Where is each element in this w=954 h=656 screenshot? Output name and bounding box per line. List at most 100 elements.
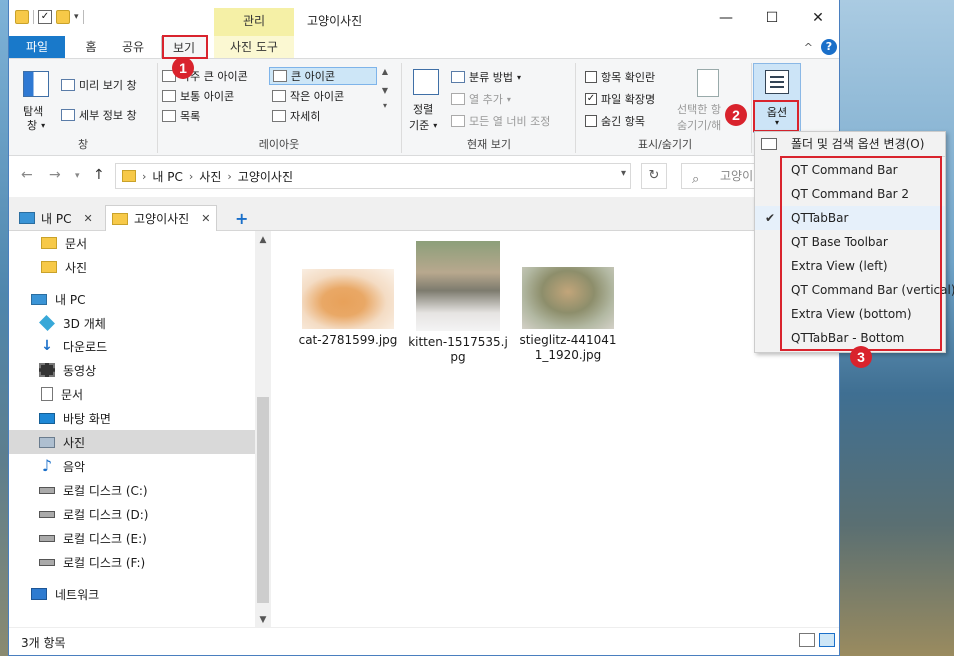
- tree-item-documents-pc[interactable]: 문서: [9, 382, 255, 406]
- help-icon[interactable]: ?: [821, 39, 837, 55]
- pictures-icon: [39, 436, 55, 448]
- tree-item-label: 로컬 디스크 (E:): [63, 531, 147, 546]
- breadcrumb-separator[interactable]: ›: [227, 170, 231, 183]
- divider: [82, 10, 84, 24]
- hidden-items-toggle[interactable]: 숨긴 항목: [585, 113, 645, 129]
- large-icons-view-icon[interactable]: [819, 633, 835, 647]
- manage-context-tab[interactable]: 관리: [214, 8, 294, 36]
- tree-item-label: 문서: [65, 236, 88, 251]
- minimize-button[interactable]: —: [703, 0, 749, 36]
- sort-by-label[interactable]: 정렬: [413, 101, 433, 117]
- checkbox-checked[interactable]: ✓: [585, 93, 597, 105]
- checkbox[interactable]: [585, 115, 597, 127]
- navigation-pane-scrollbar[interactable]: ▲ ▼: [255, 231, 271, 627]
- details-view-icon[interactable]: [799, 633, 815, 647]
- add-tab-button[interactable]: +: [235, 209, 248, 228]
- tree-item-pictures[interactable]: 사진: [9, 255, 255, 279]
- sort-by-button[interactable]: 기준 ▾: [409, 117, 437, 133]
- tree-item-desktop[interactable]: 바탕 화면: [9, 406, 255, 430]
- details-pane-button[interactable]: 세부 정보 창: [61, 107, 137, 123]
- breadcrumb-my-pc[interactable]: 내 PC: [152, 168, 182, 185]
- new-folder-icon[interactable]: [56, 10, 70, 24]
- file-item[interactable]: kitten-1517535.j pg: [405, 241, 511, 365]
- add-columns-button[interactable]: 열 추가 ▾: [451, 91, 511, 107]
- file-extensions-toggle[interactable]: ✓ 파일 확장명: [585, 91, 655, 107]
- scrollbar-thumb[interactable]: [257, 397, 269, 603]
- navigation-pane-label-2[interactable]: 창 ▾: [27, 117, 45, 133]
- tab-share[interactable]: 공유: [113, 36, 153, 58]
- tree-item-disk-e[interactable]: 로컬 디스크 (E:): [9, 526, 255, 550]
- music-icon: ♪: [41, 456, 53, 475]
- qttab-my-pc[interactable]: 내 PC ✕: [13, 205, 99, 231]
- address-bar[interactable]: › 내 PC › 사진 › 고양이사진 ▾: [115, 163, 631, 189]
- forward-arrow-icon[interactable]: →: [49, 167, 61, 183]
- properties-icon[interactable]: ✓: [38, 10, 52, 24]
- breadcrumb-separator[interactable]: ›: [142, 170, 146, 183]
- divider: [575, 63, 576, 153]
- tree-item-3d-objects[interactable]: 3D 개체: [9, 311, 255, 335]
- file-item[interactable]: stieglitz-441041 1_1920.jpg: [515, 267, 621, 363]
- menu-item-folder-options[interactable]: 폴더 및 검색 옵션 변경(O): [755, 132, 945, 156]
- preview-pane-label: 미리 보기 창: [79, 79, 137, 92]
- file-name: cat-2781599.jpg: [293, 333, 403, 348]
- chevron-down-icon[interactable]: ▾: [621, 168, 626, 179]
- group-by-button[interactable]: 분류 방법 ▾: [451, 69, 521, 85]
- details-pane-icon: [61, 109, 75, 121]
- group-label-current-view: 현재 보기: [467, 138, 511, 151]
- hide-selected-label[interactable]: 선택한 항: [677, 101, 721, 117]
- customize-toolbar-icon[interactable]: ▾: [74, 12, 79, 22]
- close-tab-icon[interactable]: ✕: [83, 212, 92, 225]
- view-switcher: [799, 633, 835, 647]
- tree-item-my-pc[interactable]: 내 PC: [9, 287, 255, 311]
- document-icon: [41, 387, 53, 401]
- tree-item-pictures-pc[interactable]: 사진: [9, 430, 255, 454]
- breadcrumb-cat-photos[interactable]: 고양이사진: [238, 168, 293, 185]
- layout-list[interactable]: 목록: [159, 107, 203, 125]
- file-name-line: kitten-1517535.j: [408, 335, 508, 349]
- hide-selected-label-2[interactable]: 숨기기/해: [677, 117, 721, 133]
- tree-item-music[interactable]: ♪ 음악: [9, 454, 255, 478]
- chevron-up-icon[interactable]: ▲: [379, 67, 391, 76]
- tree-item-label: 동영상: [63, 363, 97, 378]
- expand-gallery-icon[interactable]: ▾: [379, 101, 391, 110]
- chevron-down-icon[interactable]: ▼: [379, 86, 391, 95]
- layout-item-label: 목록: [180, 110, 201, 123]
- tree-item-downloads[interactable]: ↓ 다운로드: [9, 334, 255, 358]
- scroll-down-icon[interactable]: ▼: [255, 615, 271, 625]
- layout-gallery-scroll[interactable]: ▲ ▼ ▾: [379, 67, 391, 125]
- tab-file[interactable]: 파일: [9, 36, 65, 58]
- scroll-up-icon[interactable]: ▲: [255, 235, 271, 245]
- layout-small-icons[interactable]: 작은 아이콘: [269, 87, 347, 105]
- qttab-cat-photos[interactable]: 고양이사진 ✕: [105, 205, 218, 231]
- list-icon: [162, 110, 176, 122]
- tree-item-documents[interactable]: 문서: [9, 231, 255, 255]
- layout-details[interactable]: 자세히: [269, 107, 323, 125]
- close-tab-icon[interactable]: ✕: [201, 212, 210, 225]
- up-arrow-icon[interactable]: ↑: [93, 167, 105, 183]
- tree-item-disk-c[interactable]: 로컬 디스크 (C:): [9, 478, 255, 502]
- file-item[interactable]: cat-2781599.jpg: [293, 269, 403, 348]
- group-by-label: 분류 방법: [469, 71, 513, 84]
- tree-item-videos[interactable]: 동영상: [9, 358, 255, 382]
- recent-locations-icon[interactable]: ▾: [75, 171, 80, 181]
- preview-pane-button[interactable]: 미리 보기 창: [61, 77, 137, 93]
- tree-item-disk-d[interactable]: 로컬 디스크 (D:): [9, 502, 255, 526]
- tree-item-network[interactable]: 네트워크: [9, 582, 255, 606]
- close-button[interactable]: ✕: [795, 0, 839, 36]
- item-checkboxes-toggle[interactable]: 항목 확인란: [585, 69, 655, 85]
- checkbox[interactable]: [585, 71, 597, 83]
- tab-photo-tools[interactable]: 사진 도구: [214, 36, 294, 58]
- folder-icon: [122, 170, 136, 182]
- breadcrumb-pictures[interactable]: 사진: [199, 168, 221, 185]
- breadcrumb-separator[interactable]: ›: [189, 170, 193, 183]
- size-all-columns-button[interactable]: 모든 열 너비 조정: [451, 113, 550, 129]
- tab-home[interactable]: 홈: [73, 36, 109, 58]
- back-arrow-icon[interactable]: ←: [21, 167, 33, 183]
- maximize-button[interactable]: ☐: [749, 0, 795, 36]
- tree-item-disk-f[interactable]: 로컬 디스크 (F:): [9, 550, 255, 574]
- layout-large-icons[interactable]: 큰 아이콘: [269, 67, 377, 85]
- collapse-ribbon-icon[interactable]: ^: [804, 41, 813, 54]
- item-checkboxes-label: 항목 확인란: [601, 71, 656, 84]
- refresh-button[interactable]: ↻: [641, 163, 667, 189]
- layout-medium-icons[interactable]: 보통 아이콘: [159, 87, 237, 105]
